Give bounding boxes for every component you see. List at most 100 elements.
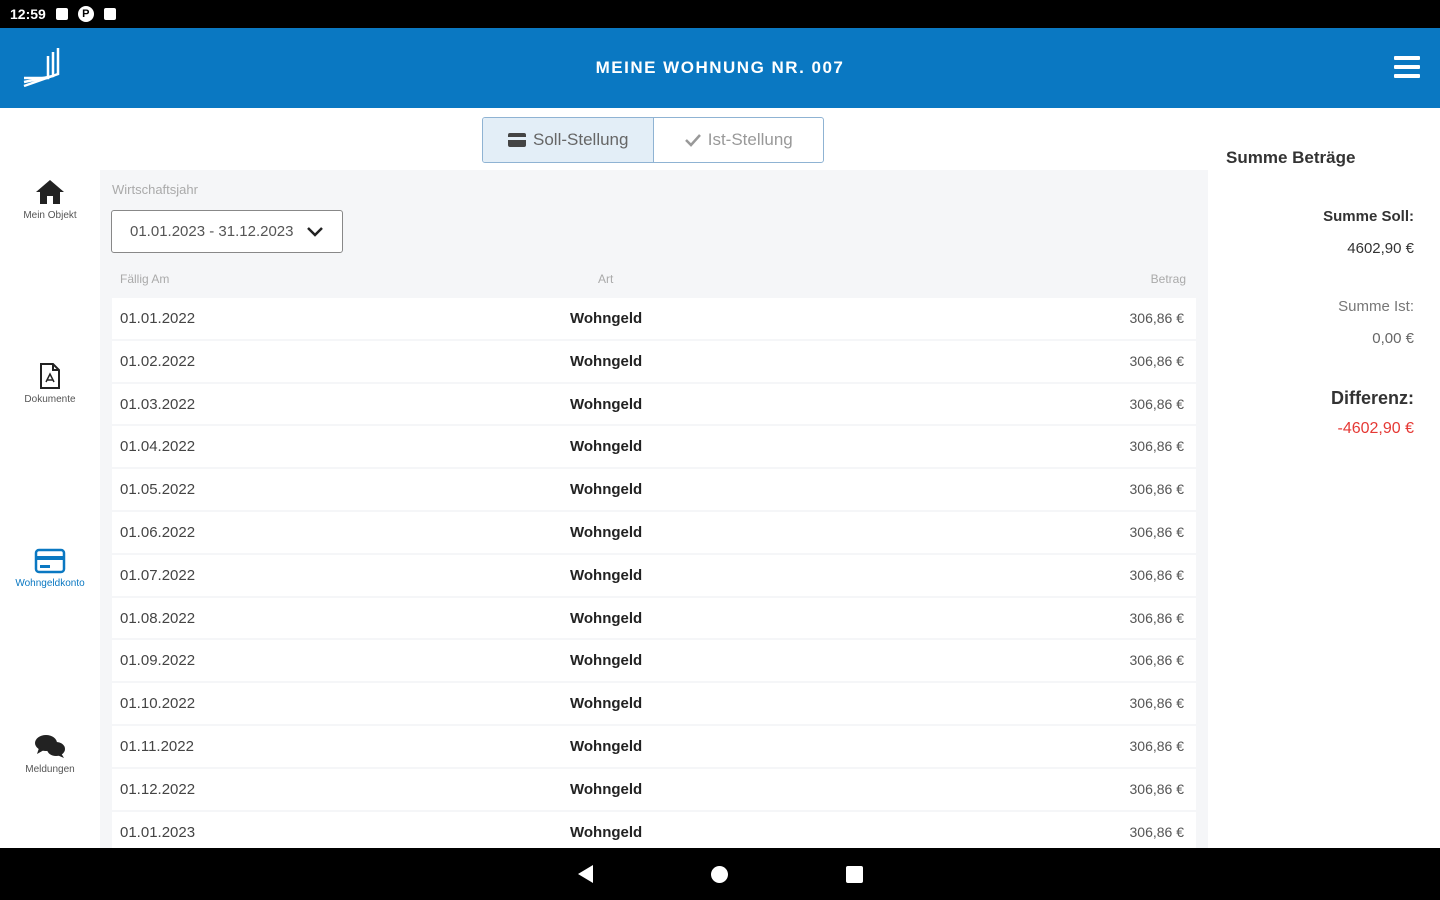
nav-label: Wohngeldkonto	[15, 578, 85, 589]
payment-type: Wohngeld	[570, 609, 643, 627]
notification-icon	[55, 8, 68, 20]
table-row[interactable]: 01.01.2022 Wohngeld 306,86 €	[112, 298, 1196, 339]
due-date: 01.08.2022	[120, 609, 196, 627]
main-content: Soll-Stellung Ist-Stellung Wirtschaftsja…	[100, 108, 1208, 848]
due-date: 01.06.2022	[120, 523, 196, 541]
app-bar: MEINE WOHNUNG NR. 007	[0, 28, 1440, 108]
table-row[interactable]: 01.04.2022 Wohngeld 306,86 €	[112, 426, 1196, 468]
soll-ist-toggle: Soll-Stellung Ist-Stellung	[482, 117, 824, 163]
credit-card-icon	[508, 133, 527, 147]
tab-label: Ist-Stellung	[707, 130, 793, 149]
chevron-down-icon	[307, 226, 323, 237]
table-row[interactable]: 01.01.2023 Wohngeld 306,86 €	[112, 811, 1196, 848]
tab-soll-stellung[interactable]: Soll-Stellung	[483, 118, 654, 162]
table-row[interactable]: 01.08.2022 Wohngeld 306,86 €	[112, 597, 1196, 639]
tab-ist-stellung[interactable]: Ist-Stellung	[654, 118, 824, 162]
amount: 306,86 €	[1129, 523, 1185, 540]
payment-type: Wohngeld	[570, 395, 643, 413]
view-toggle-bar: Soll-Stellung Ist-Stellung	[100, 108, 1208, 170]
parking-icon: P	[77, 6, 94, 22]
nav-item-wohngeldkonto[interactable]: Wohngeldkonto	[0, 548, 100, 589]
due-date: 01.10.2022	[120, 695, 196, 713]
summe-ist-label: Summe Ist:	[1338, 298, 1414, 315]
table-row[interactable]: 01.07.2022 Wohngeld 306,86 €	[112, 554, 1196, 596]
payment-type: Wohngeld	[570, 780, 643, 798]
due-date: 01.09.2022	[120, 652, 196, 670]
summe-soll-label: Summe Soll:	[1323, 208, 1414, 225]
payment-type: Wohngeld	[570, 566, 643, 584]
amount: 306,86 €	[1129, 609, 1185, 626]
due-date: 01.11.2022	[120, 737, 194, 755]
amount: 306,86 €	[1129, 780, 1185, 797]
amount: 306,86 €	[1129, 823, 1185, 840]
chat-bubbles-icon	[35, 735, 65, 758]
amount: 306,86 €	[1129, 481, 1185, 498]
side-navigation: Mein Objekt Dokumente Wohngeldkonto Meld…	[0, 108, 100, 848]
table-row[interactable]: 01.12.2022 Wohngeld 306,86 €	[112, 768, 1196, 810]
nav-label: Mein Objekt	[23, 210, 77, 221]
table-row[interactable]: 01.03.2022 Wohngeld 306,86 €	[112, 383, 1196, 425]
due-date: 01.02.2022	[120, 352, 196, 370]
amount: 306,86 €	[1129, 566, 1185, 583]
payment-type: Wohngeld	[570, 352, 643, 370]
summary-title: Summe Beträge	[1226, 148, 1356, 167]
table-row[interactable]: 01.11.2022 Wohngeld 306,86 €	[112, 725, 1196, 767]
column-header-due-date: Fällig Am	[120, 272, 170, 286]
back-icon[interactable]	[577, 865, 593, 883]
payment-type: Wohngeld	[570, 438, 643, 456]
amount: 306,86 €	[1129, 395, 1185, 412]
due-date: 01.01.2022	[120, 310, 196, 327]
table-row[interactable]: 01.05.2022 Wohngeld 306,86 €	[112, 469, 1196, 510]
page-title: MEINE WOHNUNG NR. 007	[595, 58, 845, 77]
column-header-amount: Betrag	[1150, 272, 1186, 286]
table-row[interactable]: 01.09.2022 Wohngeld 306,86 €	[112, 640, 1196, 682]
payment-type: Wohngeld	[570, 695, 643, 713]
table-row[interactable]: 01.02.2022 Wohngeld 306,86 €	[112, 340, 1196, 382]
tab-label: Soll-Stellung	[533, 130, 629, 149]
sd-card-icon	[103, 8, 116, 20]
home-icon	[36, 180, 64, 204]
payment-type: Wohngeld	[570, 652, 643, 670]
payment-type: Wohngeld	[570, 737, 643, 755]
due-date: 01.03.2022	[120, 395, 196, 413]
differenz-label: Differenz:	[1330, 388, 1414, 408]
table-row[interactable]: 01.06.2022 Wohngeld 306,86 €	[112, 511, 1196, 553]
system-status-bar: 12:59 P	[0, 0, 1440, 848]
amount: 306,86 €	[1129, 310, 1185, 326]
payment-type: Wohngeld	[570, 481, 643, 499]
nav-item-dokumente[interactable]: Dokumente	[0, 362, 100, 405]
nav-item-meldungen[interactable]: Meldungen	[0, 732, 100, 775]
summary-panel: Summe Beträge Summe Soll: 4602,90 € Summ…	[1208, 108, 1440, 848]
due-date: 01.01.2023	[120, 823, 196, 841]
differenz-value: -4602,90 €	[1337, 420, 1414, 437]
app-logo-icon[interactable]	[20, 44, 66, 90]
amount: 306,86 €	[1129, 652, 1185, 669]
due-date: 01.05.2022	[120, 481, 196, 499]
nav-item-mein-objekt[interactable]: Mein Objekt	[0, 178, 100, 221]
payment-type: Wohngeld	[570, 310, 643, 327]
recent-apps-icon[interactable]	[845, 865, 863, 883]
due-date: 01.12.2022	[120, 780, 196, 798]
summe-soll-value: 4602,90 €	[1347, 240, 1414, 257]
pdf-document-icon	[40, 363, 60, 389]
due-date: 01.04.2022	[120, 438, 196, 456]
fiscal-year-select[interactable]: 01.01.2023 - 31.12.2023	[111, 210, 343, 253]
table-row[interactable]: 01.10.2022 Wohngeld 306,86 €	[112, 683, 1196, 724]
fiscal-year-value: 01.01.2023 - 31.12.2023	[130, 223, 294, 240]
nav-label: Dokumente	[24, 394, 76, 405]
fiscal-year-label: Wirtschaftsjahr	[112, 182, 198, 197]
check-icon	[684, 134, 701, 147]
credit-card-icon	[34, 548, 66, 574]
payment-type: Wohngeld	[570, 823, 643, 841]
clock: 12:59	[10, 6, 46, 22]
amount: 306,86 €	[1129, 695, 1185, 712]
column-header-type: Art	[598, 272, 614, 286]
payment-type: Wohngeld	[570, 523, 643, 541]
table-header: Fällig Am Art Betrag	[112, 268, 1196, 292]
nav-label: Meldungen	[25, 764, 75, 775]
summe-ist-value: 0,00 €	[1372, 330, 1414, 347]
hamburger-menu-icon[interactable]	[1394, 56, 1420, 78]
payment-table: 01.01.2022 Wohngeld 306,86 € 01.02.2022 Woh…	[112, 298, 1196, 848]
home-button-icon[interactable]	[710, 865, 728, 883]
system-navigation-bar	[0, 848, 1440, 900]
